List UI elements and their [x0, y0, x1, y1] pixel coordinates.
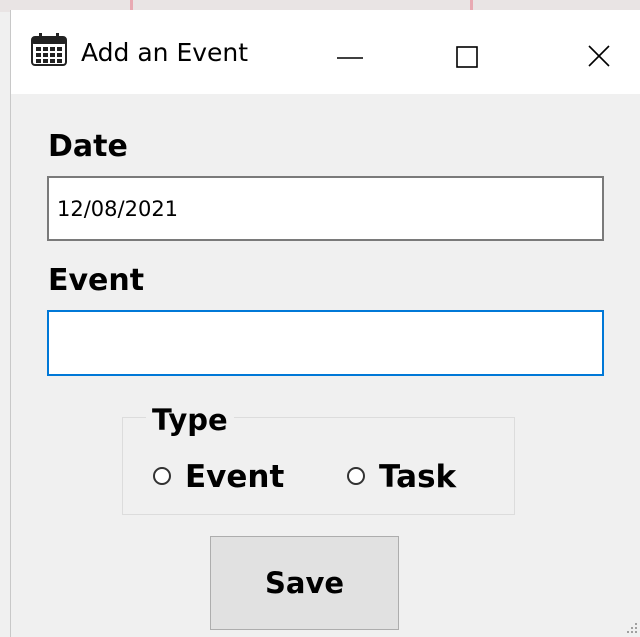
save-button[interactable]: Save [210, 536, 399, 630]
radio-event-label: Event [185, 459, 285, 495]
maximize-icon [456, 46, 478, 68]
date-field[interactable] [47, 176, 604, 241]
type-legend: Type [146, 402, 234, 438]
resize-grip-icon[interactable] [627, 623, 637, 633]
radio-task-option[interactable]: Task [347, 458, 497, 498]
minimize-button[interactable] [309, 10, 385, 94]
radio-event-option[interactable]: Event [153, 458, 328, 498]
add-event-window: Add an Event Date Event Type Event Task [10, 10, 640, 637]
date-label: Date [48, 129, 128, 164]
close-button[interactable] [565, 10, 640, 94]
radio-event-button[interactable] [153, 467, 171, 485]
close-icon [588, 45, 610, 67]
minimize-icon [337, 57, 363, 59]
calendar-icon [31, 33, 67, 66]
title-bar[interactable]: Add an Event [11, 10, 640, 94]
maximize-button[interactable] [435, 10, 511, 94]
event-label: Event [48, 263, 145, 298]
event-field[interactable] [47, 310, 604, 376]
window-title: Add an Event [81, 38, 249, 67]
radio-task-button[interactable] [347, 467, 365, 485]
radio-task-label: Task [379, 459, 457, 495]
